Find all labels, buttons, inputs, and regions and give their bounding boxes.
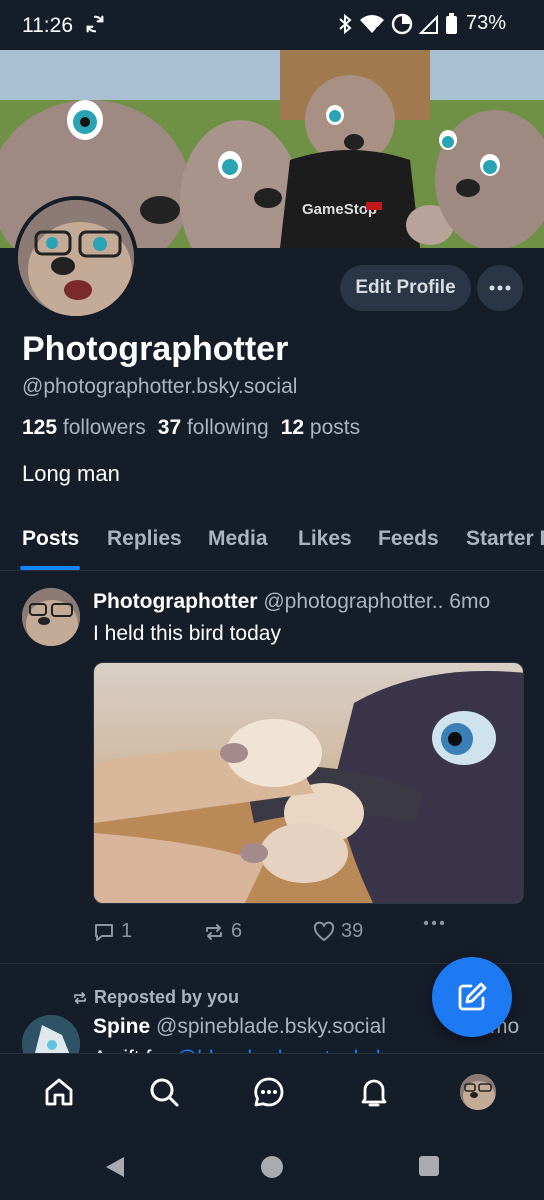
home-button[interactable] (260, 1155, 284, 1179)
followers-label: followers (62, 416, 146, 439)
signal-icon (418, 14, 438, 34)
home-icon (45, 1078, 73, 1106)
repost-label: Reposted by you (94, 987, 240, 1007)
tab-likes[interactable]: Likes (298, 527, 352, 551)
status-icons: 5 73% (337, 12, 506, 35)
post-author-name[interactable]: Spine (93, 1015, 150, 1038)
tab-replies[interactable]: Replies (107, 527, 182, 551)
recents-button[interactable] (418, 1155, 440, 1177)
followers-link[interactable]: 125 followers (22, 416, 146, 440)
post-header: Photographotter @photographotter.. 6mo (93, 590, 490, 614)
repost-count: 6 (231, 920, 243, 942)
avatar-image (18, 200, 134, 316)
compose-icon (458, 982, 487, 1011)
post-more-button[interactable] (423, 920, 445, 926)
bottom-navigation (0, 1053, 544, 1127)
like-button[interactable]: 39 (313, 920, 363, 943)
post-author-handle[interactable]: @photographotter.. (263, 590, 443, 613)
following-count: 37 (157, 416, 182, 439)
post-author-avatar[interactable] (22, 588, 80, 646)
system-navigation-bar (0, 1127, 544, 1200)
compose-post-button[interactable] (432, 957, 512, 1037)
tab-posts[interactable]: Posts (22, 527, 79, 551)
sync-icon (86, 15, 104, 33)
post-text: I held this bird today (93, 622, 281, 645)
ellipsis-icon (489, 285, 511, 291)
back-button[interactable] (104, 1155, 126, 1179)
chat-icon (254, 1077, 284, 1107)
post-header: Spine @spineblade.bsky.social (93, 1015, 386, 1039)
feed-post[interactable]: Photographotter @photographotter.. 6mo I… (0, 572, 544, 964)
data-saver-icon (391, 13, 413, 34)
reply-count: 1 (121, 920, 133, 942)
post-photo (94, 663, 523, 903)
status-time: 11:26 (22, 14, 73, 37)
reply-icon (95, 923, 113, 941)
tab-media[interactable]: Media (208, 527, 268, 551)
bluetooth-icon (339, 13, 352, 34)
posts-count: 12 (280, 416, 305, 439)
nav-profile[interactable] (458, 1072, 498, 1112)
nav-chat[interactable] (249, 1072, 289, 1112)
heart-icon (313, 921, 335, 941)
avatar-image (460, 1074, 496, 1110)
svg-text:5: 5 (375, 26, 380, 35)
battery-icon (445, 12, 457, 34)
post-author-avatar[interactable] (22, 1015, 80, 1055)
nav-home[interactable] (39, 1072, 79, 1112)
followers-count: 125 (22, 416, 58, 439)
edit-profile-button[interactable]: Edit Profile (340, 265, 471, 311)
tab-feeds[interactable]: Feeds (378, 527, 439, 551)
repost-icon (74, 991, 86, 1004)
nav-search[interactable] (144, 1072, 184, 1112)
posts-stat: 12 posts (281, 416, 360, 440)
post-actions: 1 6 39 (93, 920, 533, 948)
posts-label: posts (309, 416, 361, 439)
profile-stats: 125 followers 37 following 12 posts (22, 416, 372, 440)
bell-icon (361, 1079, 387, 1107)
battery-percent: 73% (465, 12, 506, 34)
repost-icon (206, 923, 222, 940)
reply-button[interactable]: 1 (93, 920, 132, 943)
more-options-button[interactable] (477, 265, 523, 311)
post-image[interactable] (93, 662, 524, 904)
wifi-icon: 5 (359, 14, 384, 35)
tab-starter-packs[interactable]: Starter P (466, 527, 544, 551)
repost-button[interactable]: 6 (203, 920, 242, 943)
nav-notifications[interactable] (354, 1072, 394, 1112)
post-time: 6mo (449, 590, 491, 613)
like-count: 39 (341, 920, 364, 942)
post-author-name[interactable]: Photographotter (93, 590, 257, 613)
profile-handle: @photographotter.bsky.social (22, 375, 298, 398)
avatar-image (22, 588, 80, 646)
ellipsis-icon (423, 920, 445, 926)
search-icon (150, 1078, 179, 1107)
status-bar: 11:26 5 73% (0, 0, 544, 50)
following-link[interactable]: 37 following (158, 416, 269, 440)
banner-gamestop-text: GameStop (302, 201, 377, 218)
profile-display-name: Photographotter (22, 330, 289, 368)
profile-bio: Long man (22, 461, 120, 486)
nav-profile-avatar (460, 1074, 496, 1110)
profile-tabs: Posts Replies Media Likes Feeds Starter … (0, 515, 544, 571)
avatar-image (22, 1015, 80, 1055)
repost-indicator: Reposted by you (72, 987, 239, 1008)
following-label: following (186, 416, 269, 439)
post-author-handle[interactable]: @spineblade.bsky.social (156, 1015, 386, 1038)
active-tab-indicator (20, 566, 80, 570)
profile-avatar[interactable] (14, 196, 138, 320)
